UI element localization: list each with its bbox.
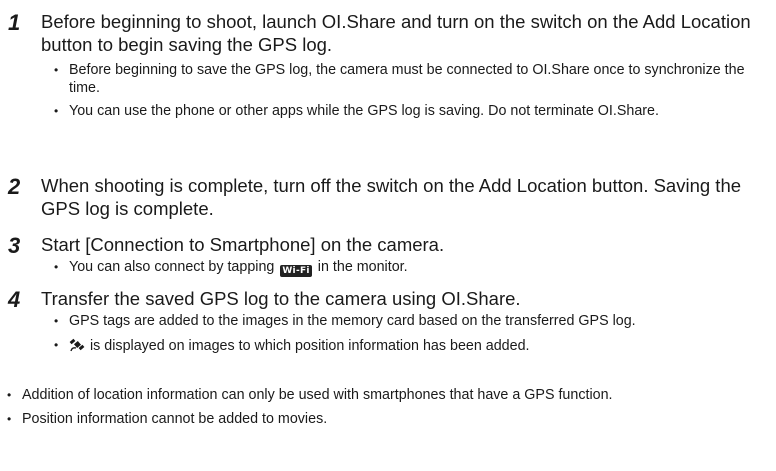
bullet-item: is displayed on images to which position… bbox=[54, 337, 772, 356]
gps-satellite-icon bbox=[69, 338, 85, 351]
bullet-text: is displayed on images to which position… bbox=[90, 337, 530, 354]
note-item: Addition of location information can onl… bbox=[7, 387, 767, 405]
manual-page: 1 Before beginning to shoot, launch OI.S… bbox=[0, 0, 776, 471]
note-item: Position information cannot be added to … bbox=[7, 411, 767, 429]
step-instruction: Before beginning to shoot, launch OI.Sha… bbox=[41, 11, 751, 55]
notes-list: Addition of location information can onl… bbox=[7, 387, 767, 434]
step-instruction: Start [Connection to Smartphone] on the … bbox=[41, 234, 445, 255]
step-instruction: When shooting is complete, turn off the … bbox=[41, 175, 742, 219]
step-instruction: Transfer the saved GPS log to the camera… bbox=[41, 288, 521, 309]
bullet-item: Before beginning to save the GPS log, th… bbox=[54, 62, 772, 97]
bullet-item: You can also connect by tapping Wi-Fi in… bbox=[54, 259, 772, 277]
step-bullets: GPS tags are added to the images in the … bbox=[54, 313, 772, 361]
wifi-icon: Wi-Fi bbox=[280, 265, 312, 277]
step-bullets: You can also connect by tapping Wi-Fi in… bbox=[54, 259, 772, 283]
bullet-text: in the monitor. bbox=[317, 259, 408, 275]
step-number: 2 bbox=[8, 174, 21, 199]
bullet-item: GPS tags are added to the images in the … bbox=[54, 313, 772, 331]
step-number: 1 bbox=[8, 10, 21, 35]
step-number: 3 bbox=[8, 233, 21, 258]
step-bullets: Before beginning to save the GPS log, th… bbox=[54, 62, 772, 127]
bullet-item: You can use the phone or other apps whil… bbox=[54, 103, 772, 121]
bullet-text: You can also connect by tapping bbox=[69, 259, 275, 275]
step-number: 4 bbox=[8, 287, 21, 312]
